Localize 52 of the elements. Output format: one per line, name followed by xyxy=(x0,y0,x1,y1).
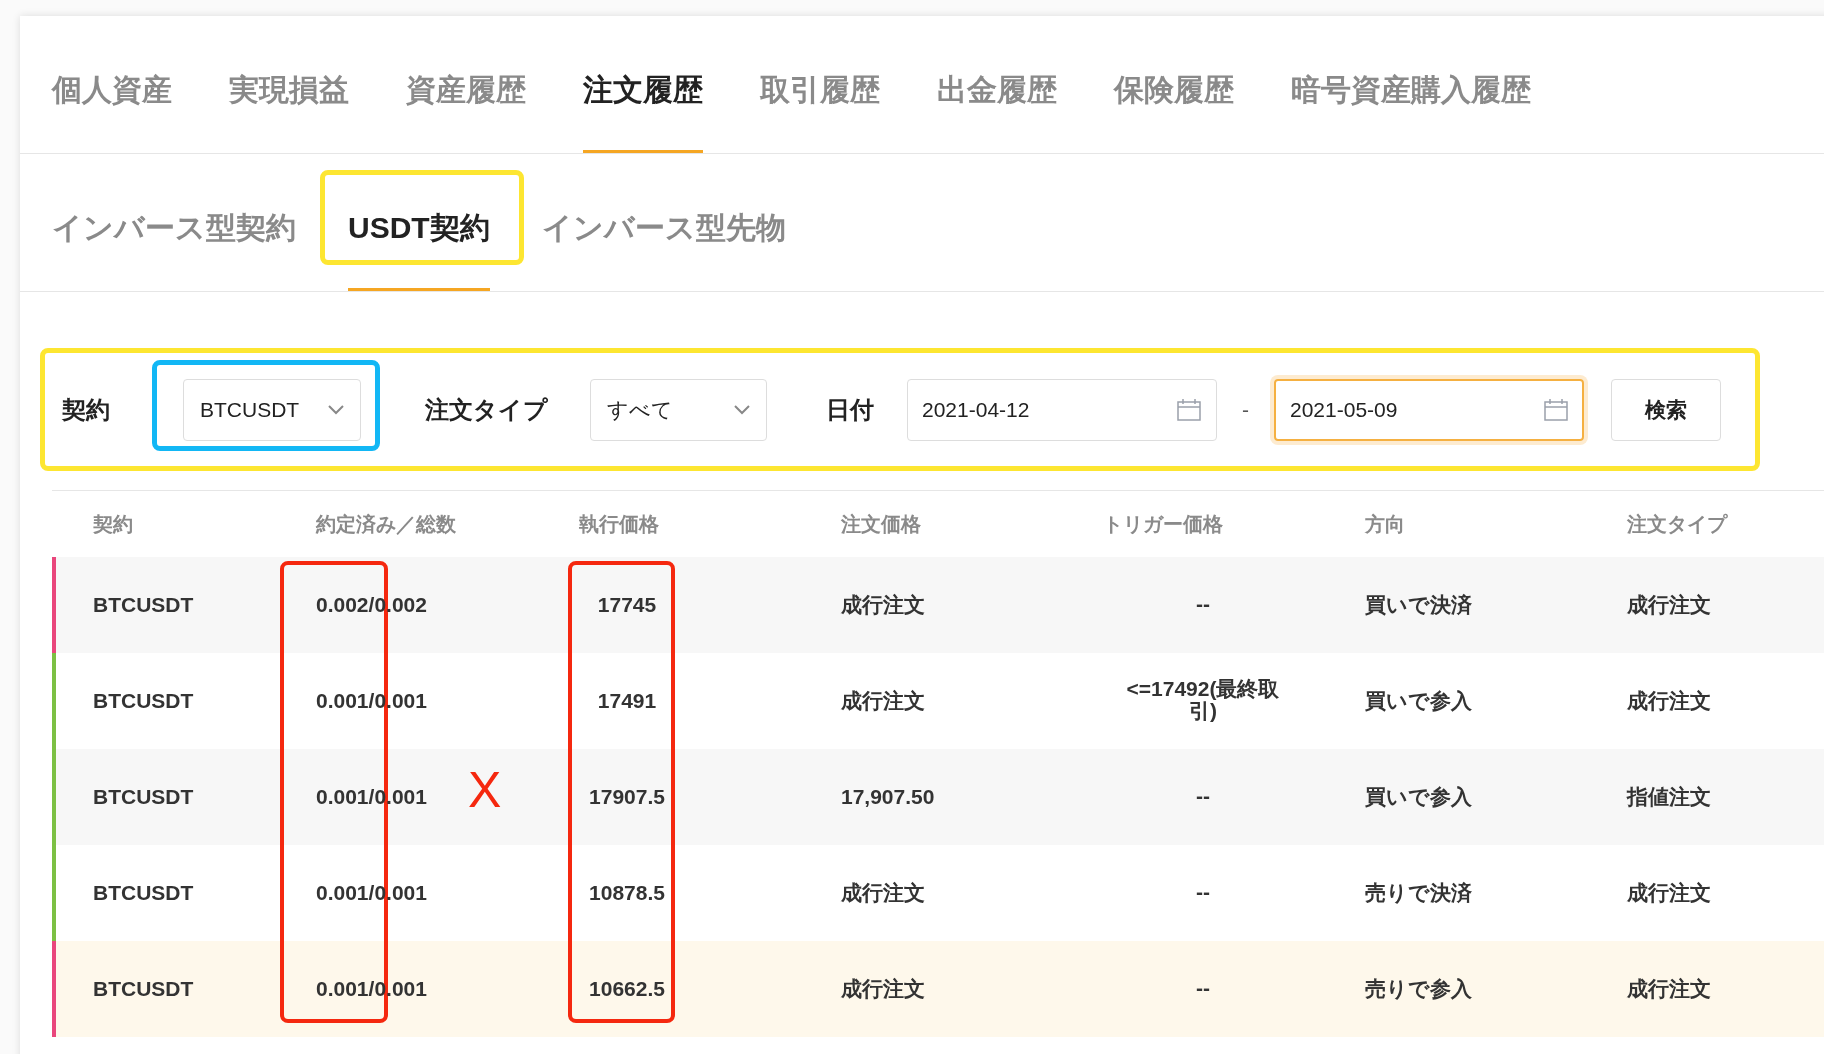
table-cell: BTCUSDT xyxy=(93,785,194,809)
table-cell-text: 17745 xyxy=(596,592,658,619)
table-cell: 買いで参入 xyxy=(1365,689,1472,713)
column-header: 契約 xyxy=(93,513,133,535)
chevron-down-icon xyxy=(734,405,750,415)
table-cell: 成行注文 xyxy=(1627,881,1711,905)
field-label: 日付 xyxy=(826,395,875,425)
table-cell: 成行注文 xyxy=(1627,689,1711,713)
table-cell: 指値注文 xyxy=(1627,785,1711,809)
table-cell-text: 10662.5 xyxy=(588,976,666,1003)
table-cell: BTCUSDT xyxy=(93,881,194,905)
table-cell: 成行注文 xyxy=(841,881,925,905)
field-label: 注文タイプ xyxy=(425,395,549,425)
table-cell-text: 17907.5 xyxy=(588,784,666,811)
column-header: 注文タイプ xyxy=(1627,513,1727,535)
table-cell: 買いで参入 xyxy=(1365,785,1472,809)
table-cell: 売りで決済 xyxy=(1365,881,1472,905)
annotation-mark: X xyxy=(468,761,502,820)
table-cell: 買いで決済 xyxy=(1365,593,1472,617)
table-cell-text: -- xyxy=(1195,880,1211,903)
table-cell-text: -- xyxy=(1195,592,1211,615)
table-cell: 17,907.50 xyxy=(841,785,935,809)
chevron-down-icon xyxy=(328,405,344,415)
table-cell: BTCUSDT xyxy=(93,593,194,617)
column-header: 約定済み／総数 xyxy=(316,513,456,535)
table-cell: 売りで参入 xyxy=(1365,977,1472,1001)
column-header: 執行価格 xyxy=(579,513,659,535)
column-header: トリガー価格 xyxy=(1103,513,1223,535)
table-cell-text: -- xyxy=(1195,784,1211,807)
separator: - xyxy=(1241,397,1250,424)
table-cell: BTCUSDT xyxy=(93,977,194,1001)
field-label: 契約 xyxy=(62,395,111,425)
table-cell: 成行注文 xyxy=(841,977,925,1001)
table-cell-text: <=17492(最終取引) xyxy=(1125,677,1281,722)
column-header: 方向 xyxy=(1365,513,1405,535)
table-cell: 成行注文 xyxy=(841,593,925,617)
table-cell: 成行注文 xyxy=(1627,977,1711,1001)
search-button[interactable]: 検索 xyxy=(1611,379,1721,441)
table-cell-text: 17491 xyxy=(596,688,658,715)
calendar-icon xyxy=(1177,399,1201,421)
order-type-select[interactable]: すべて xyxy=(590,379,767,441)
calendar-icon xyxy=(1544,399,1568,421)
table-cell-text: -- xyxy=(1195,976,1211,999)
tab[interactable]: 注文履歴 xyxy=(583,67,703,153)
table-cell: 成行注文 xyxy=(841,689,925,713)
contract-select[interactable]: BTCUSDT xyxy=(183,379,361,441)
contract-tab[interactable]: USDT契約 xyxy=(348,205,490,291)
column-header: 注文価格 xyxy=(841,513,921,535)
table-cell: BTCUSDT xyxy=(93,689,194,713)
date-field[interactable]: 2021-04-12 xyxy=(907,379,1217,441)
table-cell: 成行注文 xyxy=(1627,593,1711,617)
table-cell-text: 10878.5 xyxy=(588,880,666,907)
